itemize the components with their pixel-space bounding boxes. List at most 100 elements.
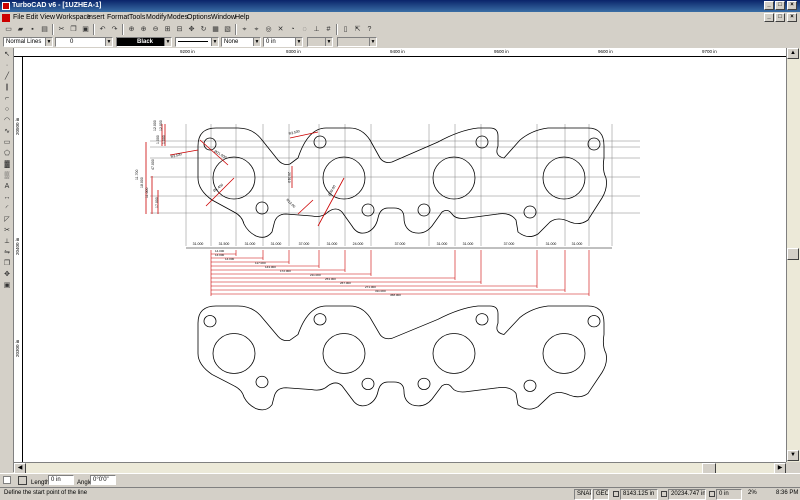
x-coordinate: 8143.125 in (620, 489, 658, 500)
snap-intersection-icon[interactable]: ✕ (275, 24, 286, 35)
drawing-canvas[interactable]: 12.000 1.000 12.000 1.000 11.700 18.000 … (23, 57, 786, 462)
polyline-icon[interactable]: ⌐ (2, 94, 12, 104)
color-select[interactable]: Black ▼ (116, 37, 172, 47)
select-arrow-icon[interactable]: ↖ (2, 50, 12, 60)
length-input[interactable]: 0 in (48, 475, 74, 485)
line-style-select[interactable]: Normal Lines ▼ (3, 37, 53, 47)
color-value: Black (136, 39, 153, 45)
menu-insert[interactable]: Insert (85, 12, 107, 24)
snap-tangent-icon[interactable]: ◌ (299, 24, 310, 35)
scroll-up-icon[interactable]: ▲ (787, 48, 799, 59)
cut-icon[interactable]: ✂ (56, 24, 67, 35)
close-button[interactable]: × (787, 1, 797, 10)
pattern-line-select[interactable]: ▼ (175, 37, 219, 47)
double-line-icon[interactable]: ∥ (2, 83, 12, 93)
dim-label: 211.000 (310, 273, 321, 277)
snap-perpendicular-icon[interactable]: ⊥ (311, 24, 322, 35)
arc-icon[interactable]: ◠ (2, 116, 12, 126)
undo-icon[interactable]: ↶ (97, 24, 108, 35)
zoom-extents-icon[interactable]: ⊞ (162, 24, 173, 35)
block-icon[interactable]: ▣ (2, 281, 12, 291)
snap-midpoint-icon[interactable]: ⌖ (251, 24, 262, 35)
line-style-value: Normal Lines (6, 39, 42, 45)
curve-icon[interactable]: ∿ (2, 127, 12, 137)
thickness-input[interactable]: 0 in ▼ (263, 37, 303, 47)
snap-quadrant-icon[interactable]: ◔ (287, 24, 298, 35)
maximize-button[interactable]: □ (775, 1, 785, 10)
new-file-icon[interactable]: ▭ (3, 24, 14, 35)
text-icon[interactable]: A (2, 182, 12, 192)
doc-minimize-button[interactable]: _ (764, 13, 774, 22)
hatch-icon[interactable]: ▒ (2, 171, 12, 181)
design-director-icon[interactable]: ▦ (210, 24, 221, 35)
scroll-down-icon[interactable]: ▼ (787, 450, 799, 461)
dimension-icon[interactable]: ↔ (2, 193, 12, 203)
chevron-down-icon: ▼ (369, 38, 376, 46)
menu-help[interactable]: Help (233, 12, 251, 24)
dimension-strip[interactable]: 31.000 31.500 31.000 31.000 37.000 31.00… (186, 242, 612, 297)
paste-icon[interactable]: ▣ (80, 24, 91, 35)
line-icon[interactable]: ╱ (2, 72, 12, 82)
zoom-out-icon[interactable]: ⊖ (150, 24, 161, 35)
line-tool-icon[interactable] (3, 476, 11, 484)
zoom-window-icon[interactable]: ⊕ (126, 24, 137, 35)
dim-label: 31.000 (572, 242, 583, 246)
grid-icon[interactable] (18, 476, 27, 485)
vertical-scroll-thumb[interactable] (787, 248, 799, 260)
dim-label: 12.000 (159, 120, 163, 131)
document-icon[interactable] (2, 14, 10, 22)
dim-label: 31.000 (327, 242, 338, 246)
pattern-select[interactable]: None ▼ (221, 37, 261, 47)
dim-label: 11.000 (145, 188, 149, 198)
geo-indicator[interactable]: GEO (593, 489, 609, 500)
doc-close-button[interactable]: × (787, 13, 797, 22)
move-icon[interactable]: ✥ (2, 270, 12, 280)
properties-icon[interactable]: ▯ (340, 24, 351, 35)
vertical-scrollbar[interactable]: ▲ ▼ (786, 48, 800, 462)
save-icon[interactable]: ▪ (27, 24, 38, 35)
minimize-button[interactable]: _ (764, 1, 774, 10)
snap-grid-icon[interactable]: # (323, 24, 334, 35)
circle-icon[interactable]: ○ (2, 105, 12, 115)
pan-icon[interactable]: ✥ (186, 24, 197, 35)
dim-label: 31.000 (437, 242, 448, 246)
flange-bottom[interactable] (197, 305, 607, 411)
chamfer-icon[interactable]: ◸ (2, 215, 12, 225)
flange-top[interactable]: 12.000 1.000 12.000 1.000 11.700 18.000 … (135, 120, 640, 246)
rectangle-icon[interactable]: ▭ (2, 138, 12, 148)
zoom-all-icon[interactable]: ⊟ (174, 24, 185, 35)
z-coord-icon (709, 491, 715, 497)
extra-select-2[interactable]: ▼ (337, 37, 377, 47)
snap-center-icon[interactable]: ◎ (263, 24, 274, 35)
chevron-down-icon: ▼ (45, 38, 52, 46)
dim-label: 267.000 (340, 281, 351, 285)
horizontal-scrollbar[interactable]: ◀ ▶ (14, 462, 786, 474)
layer-icon[interactable]: ▧ (222, 24, 233, 35)
point-icon[interactable]: · (2, 61, 12, 71)
selector-icon[interactable]: ⇱ (352, 24, 363, 35)
angle-input[interactable]: 0°0'0" (90, 475, 116, 485)
redo-icon[interactable]: ↷ (109, 24, 120, 35)
meet-icon[interactable]: ⟂ (2, 237, 12, 247)
open-folder-icon[interactable]: ▰ (15, 24, 26, 35)
help-icon[interactable]: ? (364, 24, 375, 35)
fill-icon[interactable]: ▓ (2, 160, 12, 170)
redraw-icon[interactable]: ↻ (198, 24, 209, 35)
copy-icon[interactable]: ❐ (68, 24, 79, 35)
copy-tool-icon[interactable]: ❐ (2, 259, 12, 269)
doc-restore-button[interactable]: □ (775, 13, 785, 22)
snap-vertex-icon[interactable]: ⌖ (239, 24, 250, 35)
extra-select-1[interactable]: ▼ (307, 37, 333, 47)
toolbar-separator (336, 24, 338, 35)
polygon-icon[interactable]: ⬠ (2, 149, 12, 159)
status-bar: Define the start point of the line SNAP … (0, 487, 800, 500)
snap-indicator[interactable]: SNAP (574, 489, 592, 500)
dim-label: 14.000 (225, 257, 235, 261)
print-icon[interactable]: ▤ (39, 24, 50, 35)
mirror-icon[interactable]: ⇋ (2, 248, 12, 258)
zoom-in-icon[interactable]: ⊕ (138, 24, 149, 35)
line-width-select[interactable]: 0 ▼ (55, 37, 113, 47)
toolbar-separator (93, 24, 95, 35)
trim-icon[interactable]: ✂ (2, 226, 12, 236)
fillet-icon[interactable]: ◜ (2, 204, 12, 214)
